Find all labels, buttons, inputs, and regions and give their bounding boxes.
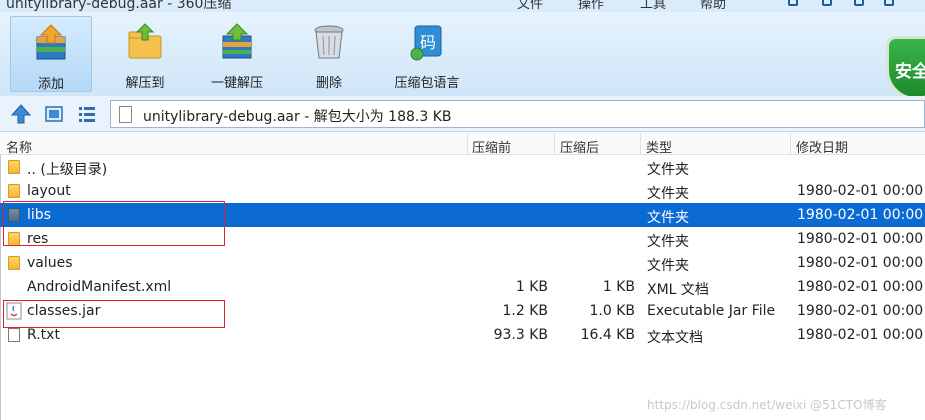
file-name: layout — [27, 183, 71, 199]
file-name: values — [27, 255, 73, 271]
column-header-name[interactable]: 名称 — [6, 137, 32, 156]
column-header-type[interactable]: 类型 — [646, 137, 672, 156]
window-minimize-button[interactable] — [822, 0, 832, 6]
address-bar: unitylibrary-debug.aar - 解包大小为 188.3 KB — [0, 96, 925, 132]
add-archive-icon — [36, 24, 66, 60]
delete-trash-icon — [314, 25, 344, 59]
file-type: 文件夹 — [647, 210, 689, 226]
file-row[interactable]: values 文件夹 1980-02-01 00:00 — [0, 251, 925, 275]
file-row[interactable]: .. (上级目录) 文件夹 — [0, 155, 925, 179]
folder-icon — [8, 184, 20, 198]
menu-help[interactable]: 帮助 — [700, 0, 726, 12]
size-before: 93.3 KB — [493, 327, 548, 343]
file-name: .. (上级目录) — [27, 162, 108, 178]
archive-language-button[interactable]: 码 压缩包语言 — [382, 16, 472, 92]
archive-language-button-label: 压缩包语言 — [394, 76, 460, 91]
add-button-label: 添加 — [37, 77, 64, 92]
delete-button-label: 删除 — [315, 76, 342, 91]
file-type: 文件夹 — [647, 186, 689, 202]
column-divider[interactable] — [640, 133, 641, 155]
highlight-box-classes-jar — [3, 300, 225, 328]
modified-date: 1980-02-01 00:00 — [797, 207, 924, 223]
one-click-extract-icon — [222, 23, 252, 59]
size-after: 16.4 KB — [580, 327, 635, 343]
column-header-after[interactable]: 压缩后 — [560, 137, 599, 156]
file-type: XML 文档 — [647, 282, 709, 298]
modified-date: 1980-02-01 00:00 — [797, 279, 924, 295]
column-divider[interactable] — [554, 133, 555, 155]
column-divider[interactable] — [790, 133, 791, 155]
one-click-extract-button[interactable]: 一键解压 — [196, 16, 278, 92]
modified-date: 1980-02-01 00:00 — [797, 303, 924, 319]
modified-date: 1980-02-01 00:00 — [797, 183, 924, 199]
column-divider[interactable] — [467, 133, 468, 155]
column-header-before[interactable]: 压缩前 — [472, 137, 511, 156]
archive-language-icon: 码 — [410, 25, 442, 61]
modified-date: 1980-02-01 00:00 — [797, 327, 924, 343]
file-name: R.txt — [27, 327, 60, 343]
window-maximize-button[interactable] — [854, 0, 864, 6]
view-list-icon[interactable] — [76, 103, 98, 125]
up-arrow-icon[interactable] — [10, 103, 32, 125]
extract-to-button-label: 解压到 — [125, 76, 165, 91]
size-before: 1 KB — [515, 279, 548, 295]
window-skin-button[interactable] — [788, 0, 798, 6]
window-title: unitylibrary-debug.aar - 360压缩 — [6, 0, 232, 12]
watermark: https://blog.csdn.net/weixi @51CTO博客 — [647, 398, 887, 412]
address-text: unitylibrary-debug.aar - 解包大小为 188.3 KB — [143, 109, 452, 125]
menu-tools[interactable]: 工具 — [640, 0, 666, 12]
highlight-box-libs-res — [3, 201, 225, 246]
title-bar: unitylibrary-debug.aar - 360压缩 文件 操作 工具 … — [0, 0, 925, 12]
file-row[interactable]: AndroidManifest.xml 1 KB 1 KB XML 文档 198… — [0, 275, 925, 299]
modified-date: 1980-02-01 00:00 — [797, 255, 924, 271]
file-type: 文本文档 — [647, 330, 703, 346]
file-type: 文件夹 — [647, 162, 689, 178]
file-type: 文件夹 — [647, 234, 689, 250]
extract-to-button[interactable]: 解压到 — [104, 16, 186, 92]
size-after: 1.0 KB — [589, 303, 636, 319]
security-badge-label: 安全 — [895, 62, 925, 82]
size-before: 1.2 KB — [502, 303, 549, 319]
size-after: 1 KB — [602, 279, 635, 295]
folder-icon — [8, 256, 20, 270]
security-shield-badge[interactable]: 安全 — [886, 36, 925, 100]
text-file-icon — [8, 328, 20, 342]
column-header-date[interactable]: 修改日期 — [796, 137, 848, 156]
window-close-button[interactable] — [884, 0, 894, 6]
toolbar: 添加 解压到 一键解压 删除 码 压缩包语言 安全 — [0, 12, 925, 100]
file-row[interactable]: layout 文件夹 1980-02-01 00:00 — [0, 179, 925, 203]
view-thumbnail-icon[interactable] — [43, 103, 65, 125]
archive-file-icon — [119, 106, 132, 123]
file-type: Executable Jar File — [647, 303, 776, 319]
file-name: AndroidManifest.xml — [27, 279, 172, 295]
one-click-extract-button-label: 一键解压 — [210, 76, 263, 91]
column-headers: 名称 压缩前 压缩后 类型 修改日期 — [0, 133, 925, 156]
address-field[interactable]: unitylibrary-debug.aar - 解包大小为 188.3 KB — [110, 100, 925, 128]
add-button[interactable]: 添加 — [10, 16, 92, 92]
file-type: 文件夹 — [647, 258, 689, 274]
language-icon-glyph: 码 — [420, 33, 436, 52]
menu-file[interactable]: 文件 — [517, 0, 543, 12]
modified-date: 1980-02-01 00:00 — [797, 231, 924, 247]
delete-button[interactable]: 删除 — [288, 16, 370, 92]
folder-icon — [8, 160, 20, 174]
menu-operation[interactable]: 操作 — [578, 0, 604, 12]
extract-to-icon — [128, 23, 162, 59]
